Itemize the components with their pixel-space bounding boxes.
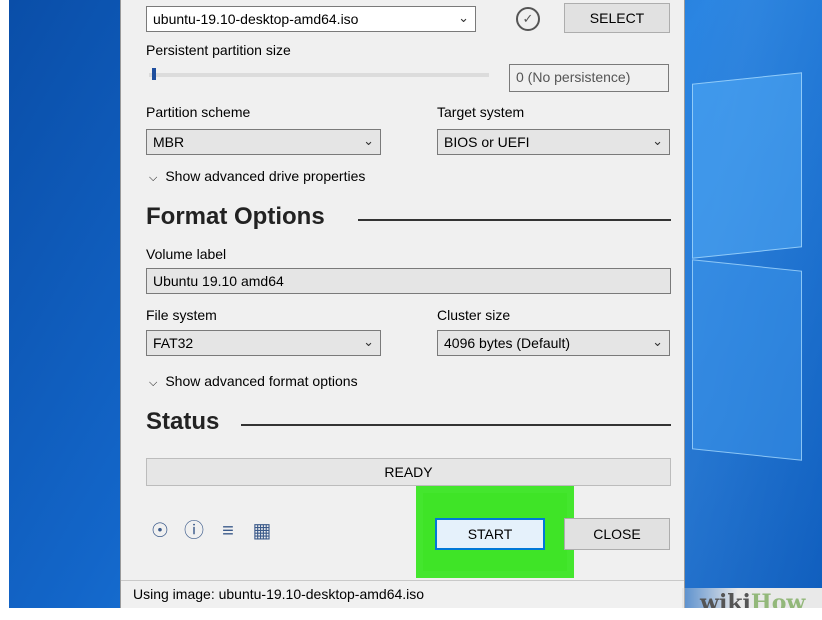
status-divider bbox=[241, 424, 671, 426]
cluster-size-value: 4096 bytes (Default) bbox=[444, 335, 571, 351]
select-button[interactable]: SELECT bbox=[564, 3, 670, 33]
log-icon[interactable]: ▦ bbox=[249, 518, 275, 544]
partition-scheme-value: MBR bbox=[153, 134, 185, 150]
show-advanced-drive-properties[interactable]: ⌵ Show advanced drive properties bbox=[149, 168, 365, 185]
start-button-label: START bbox=[467, 526, 513, 542]
chevron-down-icon: ⌵ bbox=[149, 377, 158, 389]
start-button[interactable]: START bbox=[435, 518, 545, 550]
target-system-label: Target system bbox=[437, 104, 525, 120]
status-progress-bar: READY bbox=[146, 458, 671, 486]
chevron-down-icon: ⌄ bbox=[458, 10, 469, 25]
chevron-down-icon: ⌵ bbox=[149, 172, 158, 184]
advanced-drive-label: Show advanced drive properties bbox=[165, 168, 366, 184]
globe-icon[interactable]: ☉ bbox=[147, 518, 173, 544]
check-icon[interactable]: ✓ bbox=[516, 7, 540, 31]
partition-scheme-label: Partition scheme bbox=[146, 104, 251, 120]
format-options-divider bbox=[358, 219, 671, 221]
persistence-size-value: 0 (No persistence) bbox=[516, 69, 631, 85]
advanced-format-label: Show advanced format options bbox=[165, 373, 358, 389]
persistence-size-field[interactable]: 0 (No persistence) bbox=[509, 64, 669, 92]
status-heading: Status bbox=[146, 408, 220, 435]
volume-label-input[interactable]: Ubuntu 19.10 amd64 bbox=[146, 268, 671, 294]
show-advanced-format-options[interactable]: ⌵ Show advanced format options bbox=[149, 373, 358, 390]
file-system-label: File system bbox=[146, 307, 217, 323]
close-button[interactable]: CLOSE bbox=[564, 518, 670, 550]
cluster-size-label: Cluster size bbox=[437, 307, 511, 323]
boot-selection-dropdown[interactable]: ubuntu-19.10-desktop-amd64.iso ⌄ bbox=[146, 6, 476, 32]
partition-scheme-dropdown[interactable]: MBR ⌄ bbox=[146, 129, 381, 155]
file-system-dropdown[interactable]: FAT32 ⌄ bbox=[146, 330, 381, 356]
status-bar-text: Using image: ubuntu-19.10-desktop-amd64.… bbox=[133, 586, 425, 602]
persistence-slider-thumb[interactable] bbox=[152, 68, 156, 80]
chevron-down-icon: ⌄ bbox=[652, 334, 663, 349]
status-bar: Using image: ubuntu-19.10-desktop-amd64.… bbox=[121, 580, 684, 608]
chevron-down-icon: ⌄ bbox=[363, 133, 374, 148]
bottom-margin bbox=[0, 608, 822, 620]
boot-selection-value: ubuntu-19.10-desktop-amd64.iso bbox=[153, 11, 359, 27]
target-system-dropdown[interactable]: BIOS or UEFI ⌄ bbox=[437, 129, 670, 155]
persistent-partition-label: Persistent partition size bbox=[146, 42, 291, 58]
rufus-window: ubuntu-19.10-desktop-amd64.iso ⌄ ✓ SELEC… bbox=[120, 0, 685, 608]
settings-sliders-icon[interactable]: ≡ bbox=[215, 518, 241, 544]
file-system-value: FAT32 bbox=[153, 335, 194, 351]
status-progress-text: READY bbox=[384, 464, 433, 480]
cluster-size-dropdown[interactable]: 4096 bytes (Default) ⌄ bbox=[437, 330, 670, 356]
chevron-down-icon: ⌄ bbox=[363, 334, 374, 349]
windows-logo-pane-top bbox=[692, 72, 802, 259]
volume-label-label: Volume label bbox=[146, 246, 227, 262]
format-options-heading: Format Options bbox=[146, 203, 325, 230]
volume-label-value: Ubuntu 19.10 amd64 bbox=[153, 273, 284, 289]
chevron-down-icon: ⌄ bbox=[652, 133, 663, 148]
persistence-slider-track[interactable] bbox=[149, 73, 489, 77]
windows-logo-pane-bottom bbox=[692, 259, 802, 461]
select-button-label: SELECT bbox=[589, 10, 645, 26]
close-button-label: CLOSE bbox=[593, 526, 641, 542]
info-icon[interactable]: ⓘ bbox=[181, 518, 207, 544]
target-system-value: BIOS or UEFI bbox=[444, 134, 530, 150]
